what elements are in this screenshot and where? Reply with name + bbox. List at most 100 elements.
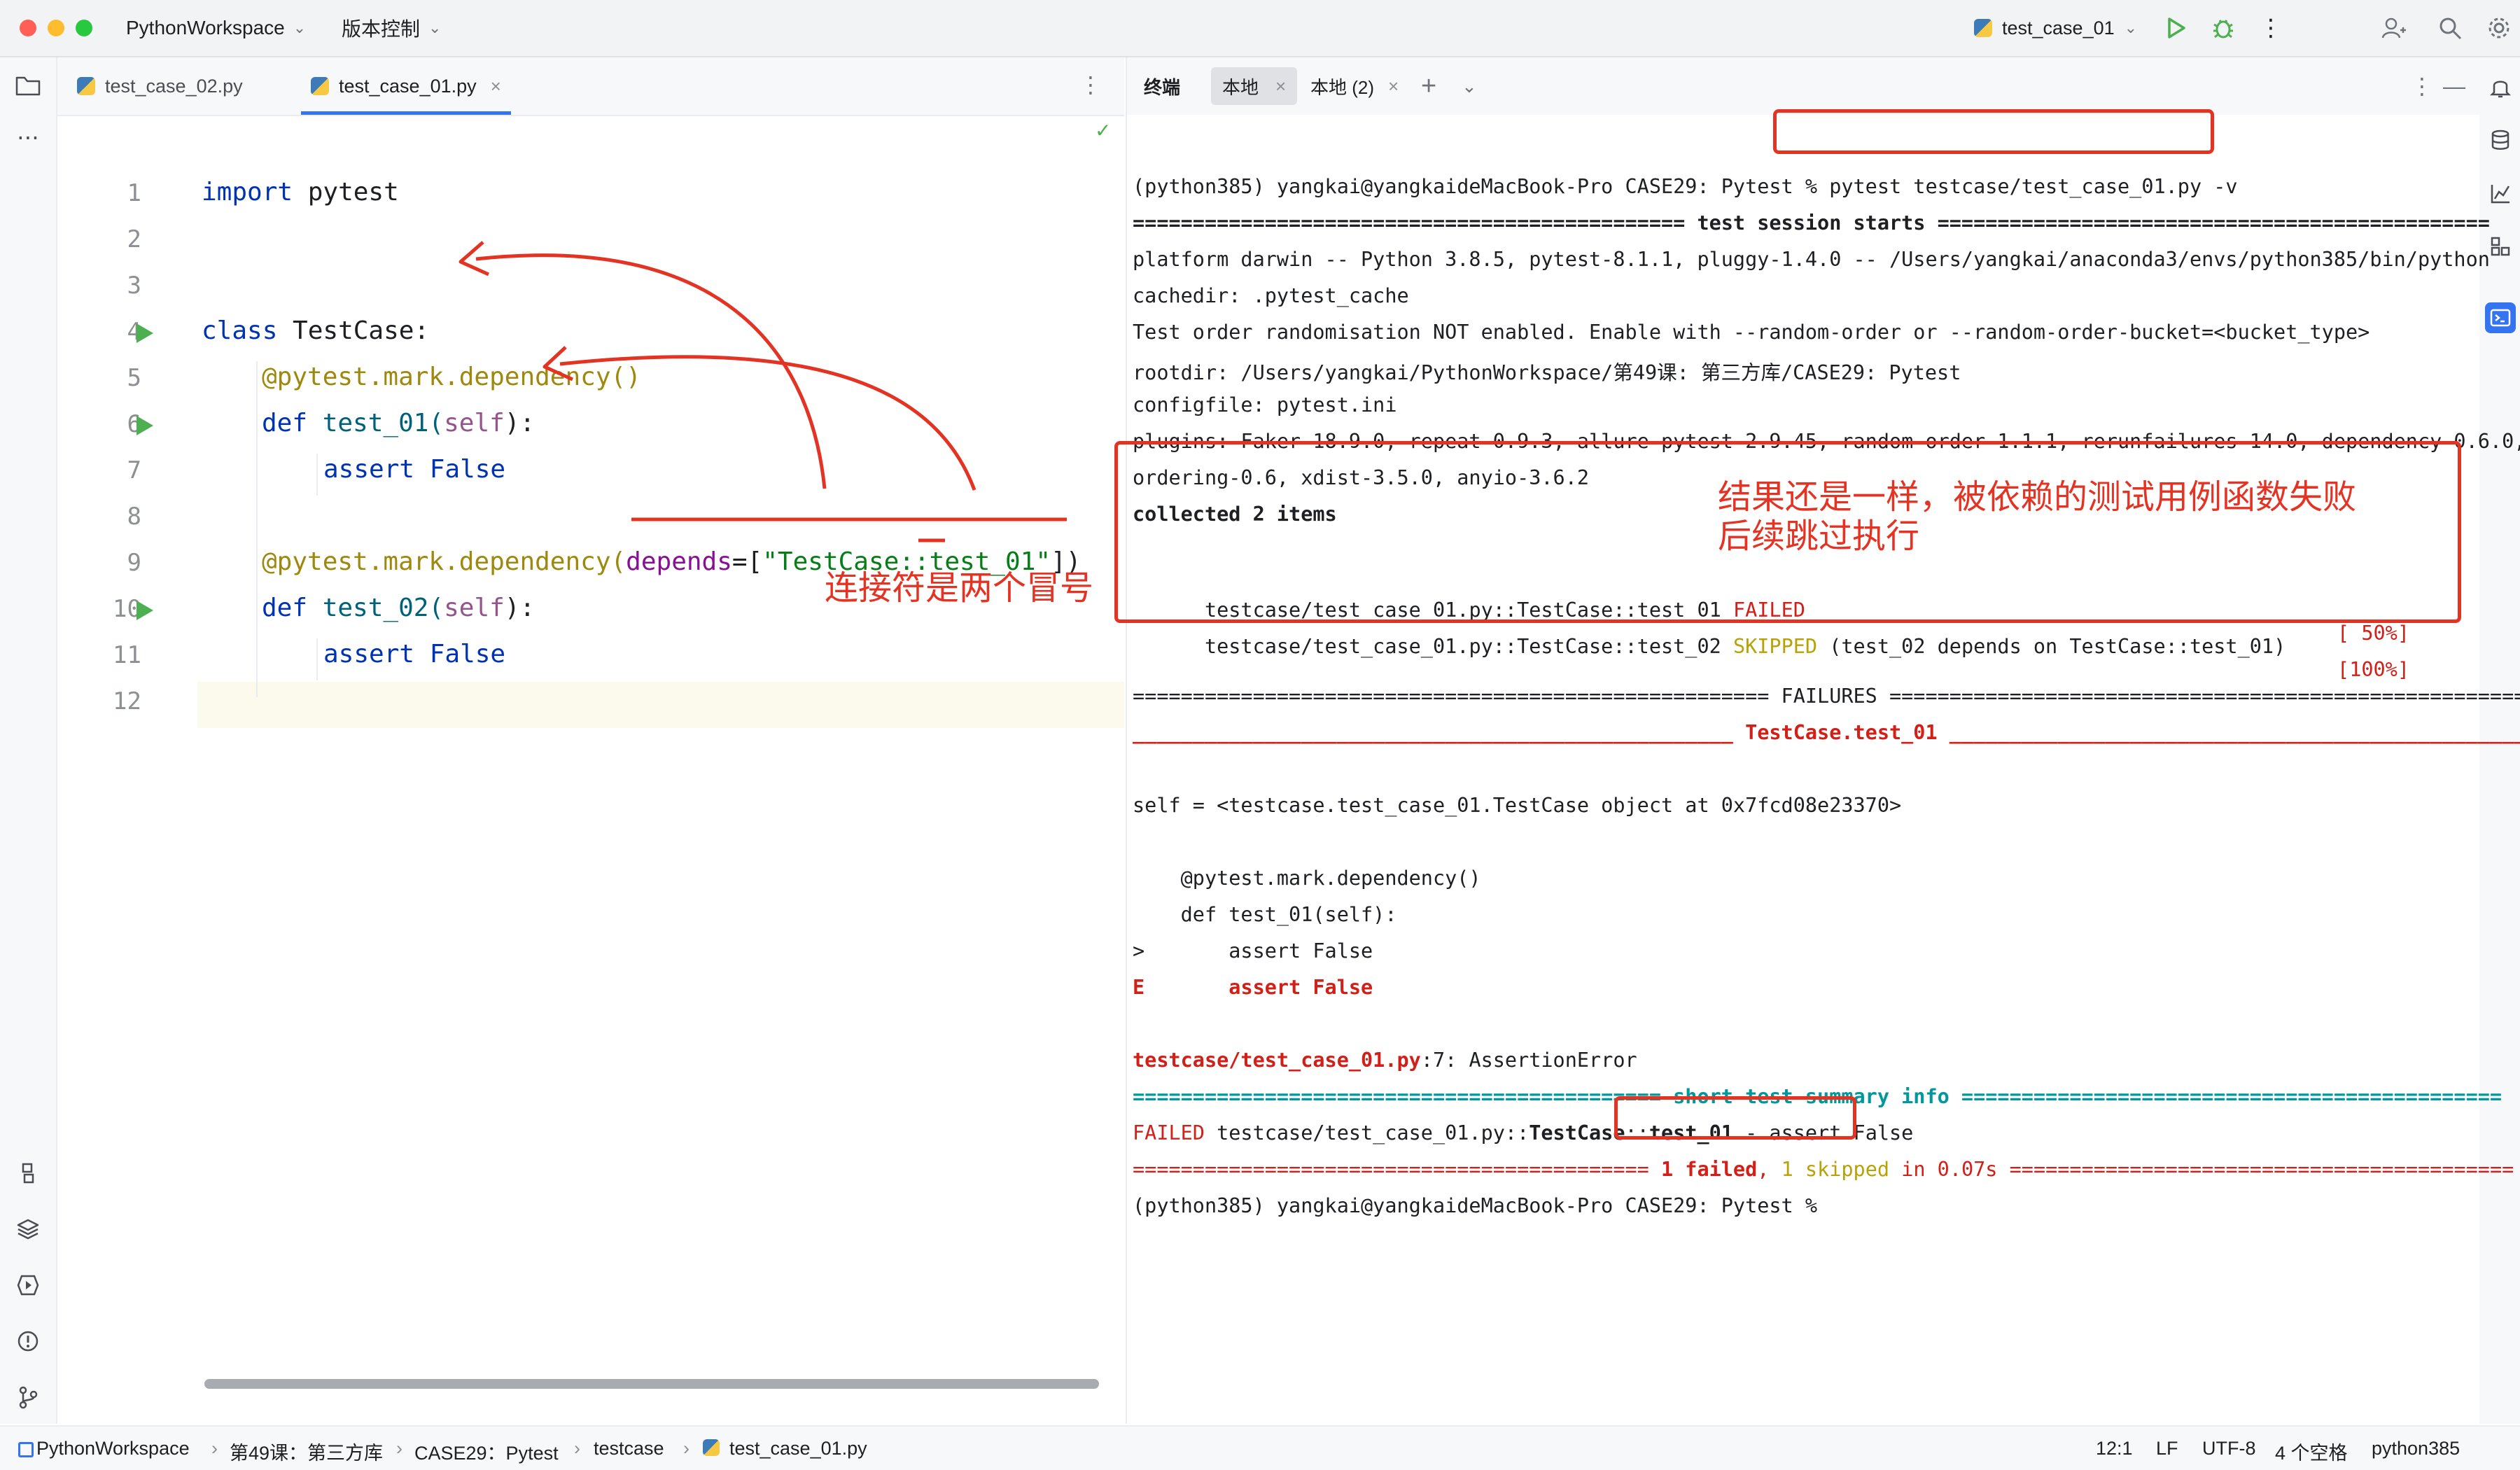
annotation-command-box <box>1773 109 2214 154</box>
layers-tool-button[interactable] <box>13 1214 43 1245</box>
terminal-dropdown-button[interactable]: ⌄ <box>1462 57 1477 115</box>
line-number: 2 <box>127 225 141 253</box>
failed-class: TestCase <box>1529 1121 1625 1144</box>
vcs-menu[interactable]: 版本控制 ⌄ <box>342 0 441 56</box>
breadcrumb-item[interactable]: 第49课：第三方库 <box>230 1438 383 1465</box>
chevron-right-icon: › <box>683 1438 690 1459</box>
code-line-4: class TestCase: <box>202 316 429 345</box>
run-test-gutter-icon[interactable] <box>136 416 153 435</box>
code-line-11: assert False <box>323 640 505 668</box>
status-failed: FAILED <box>1133 1121 1205 1144</box>
python-packages-button[interactable] <box>13 1158 43 1189</box>
sciview-tool-button[interactable] <box>2485 178 2516 209</box>
git-tool-button[interactable] <box>13 1382 43 1413</box>
settings-button[interactable] <box>2484 13 2514 43</box>
breadcrumb-item[interactable]: CASE29：Pytest <box>414 1438 559 1465</box>
code-token: @pytest.mark.dependency( <box>262 547 626 576</box>
breadcrumb-item[interactable]: PythonWorkspace <box>36 1438 190 1460</box>
error-source: assert False <box>1144 976 1373 999</box>
left-tool-strip: ⋯ <box>0 57 57 1424</box>
error-marker: E <box>1133 976 1145 999</box>
tab-local-2[interactable]: 本地 (2) × <box>1310 57 1399 115</box>
command-text: pytest testcase/test_case_01.py -v <box>1829 175 2238 198</box>
add-user-button[interactable] <box>2379 13 2409 43</box>
code-token: self <box>444 594 505 622</box>
status-bar: PythonWorkspace › 第49课：第三方库 › CASE29：Pyt… <box>0 1425 2520 1470</box>
tab-local[interactable]: 本地 × <box>1211 67 1298 105</box>
close-icon[interactable]: × <box>491 76 501 97</box>
code-line-7: assert False <box>323 455 505 484</box>
zoom-window-button[interactable] <box>76 20 92 36</box>
final-failed-count: 1 failed <box>1660 1158 1758 1181</box>
project-tool-button[interactable] <box>13 70 43 101</box>
close-window-button[interactable] <box>20 20 36 36</box>
editor-pane: test_case_02.py test_case_01.py × ⋮ 1 2 … <box>57 57 1124 1424</box>
close-icon[interactable]: × <box>1388 76 1399 97</box>
code-token: assert <box>323 640 415 668</box>
bug-icon <box>2213 20 2233 38</box>
breadcrumb-item[interactable]: testcase <box>594 1438 664 1460</box>
run-config-selector[interactable]: test_case_01 ⌄ <box>1974 0 2137 56</box>
indent-guide <box>316 454 318 496</box>
git-branch-icon <box>19 1386 38 1409</box>
terminal-icon <box>2490 309 2511 327</box>
more-tools-button[interactable]: ⋯ <box>13 122 43 153</box>
code-token: class <box>202 316 278 345</box>
horizontal-scrollbar[interactable] <box>204 1379 1099 1389</box>
database-tool-button[interactable] <box>2485 125 2516 155</box>
python-file-icon <box>77 77 95 95</box>
line-number: 7 <box>127 456 141 484</box>
no-problems-check-icon[interactable]: ✓ <box>1095 119 1111 142</box>
run-test-gutter-icon[interactable] <box>136 323 153 343</box>
indent-setting[interactable]: 4 个空格 <box>2275 1438 2348 1465</box>
python-file-icon <box>703 1439 720 1456</box>
more-actions-button[interactable]: ⋮ <box>2255 13 2286 43</box>
terminal-line: Test order randomisation NOT enabled. En… <box>1133 321 2370 344</box>
search-button[interactable] <box>2435 13 2465 43</box>
code-token: ): <box>504 409 536 438</box>
minimize-window-button[interactable] <box>48 20 64 36</box>
terminal-tool-button[interactable] <box>2485 302 2516 333</box>
services-tool-button[interactable] <box>13 1270 43 1301</box>
terminal-options-button[interactable]: ⋮ <box>2411 57 2433 115</box>
bell-icon <box>2490 80 2511 98</box>
tab-label: 本地 (2) <box>1310 76 1375 98</box>
terminal-line: ========================================… <box>1133 211 2490 234</box>
run-config-name: test_case_01 <box>2002 17 2115 38</box>
run-test-gutter-icon[interactable] <box>136 601 153 620</box>
add-user-icon <box>2381 18 2406 38</box>
line-number: 10 <box>113 595 141 623</box>
title-bar: PythonWorkspace ⌄ 版本控制 ⌄ test_case_01 ⌄ … <box>0 0 2520 57</box>
code-token: @pytest.mark.dependency() <box>262 363 641 391</box>
terminal-line: ========================================… <box>1133 1158 2514 1181</box>
line-number: 3 <box>127 272 141 300</box>
terminal-line: rootdir: /Users/yangkai/PythonWorkspace/… <box>1133 361 1961 384</box>
debug-button[interactable] <box>2208 13 2239 43</box>
tab-test-case-01[interactable]: test_case_01.py × <box>301 57 511 115</box>
notifications-button[interactable] <box>2485 71 2516 102</box>
gear-icon <box>2488 18 2510 38</box>
problems-tool-button[interactable] <box>13 1326 43 1357</box>
editor-tabs-menu-button[interactable]: ⋮ <box>1079 71 1102 98</box>
close-icon[interactable]: × <box>1275 76 1286 97</box>
project-selector[interactable]: PythonWorkspace ⌄ <box>126 0 306 56</box>
hide-terminal-button[interactable]: — <box>2443 57 2465 115</box>
status-skipped: SKIPPED <box>1732 635 1818 658</box>
error-file-link[interactable]: testcase/test_case_01.py <box>1133 1049 1421 1072</box>
code-line-5: @pytest.mark.dependency() <box>262 363 641 391</box>
tab-test-case-02[interactable]: test_case_02.py <box>77 57 243 115</box>
run-button[interactable] <box>2160 13 2191 43</box>
line-number: 9 <box>127 549 141 577</box>
terminal-output[interactable]: (python385) yangkai@yangkaideMacBook-Pro… <box>1127 115 2520 1424</box>
python-interpreter[interactable]: python385 <box>2372 1438 2460 1460</box>
new-terminal-button[interactable]: + <box>1421 57 1436 115</box>
terminal-line: E assert False <box>1133 976 1373 999</box>
code-token: def <box>262 594 308 622</box>
file-encoding[interactable]: UTF-8 <box>2202 1438 2256 1460</box>
line-number: 8 <box>127 503 141 531</box>
chevron-down-icon: ⌄ <box>2124 19 2138 36</box>
line-separator[interactable]: LF <box>2156 1438 2178 1460</box>
breadcrumb-item[interactable]: test_case_01.py <box>729 1438 867 1460</box>
cursor-position[interactable]: 12:1 <box>2096 1438 2133 1460</box>
minimize-icon: — <box>2443 73 2465 99</box>
